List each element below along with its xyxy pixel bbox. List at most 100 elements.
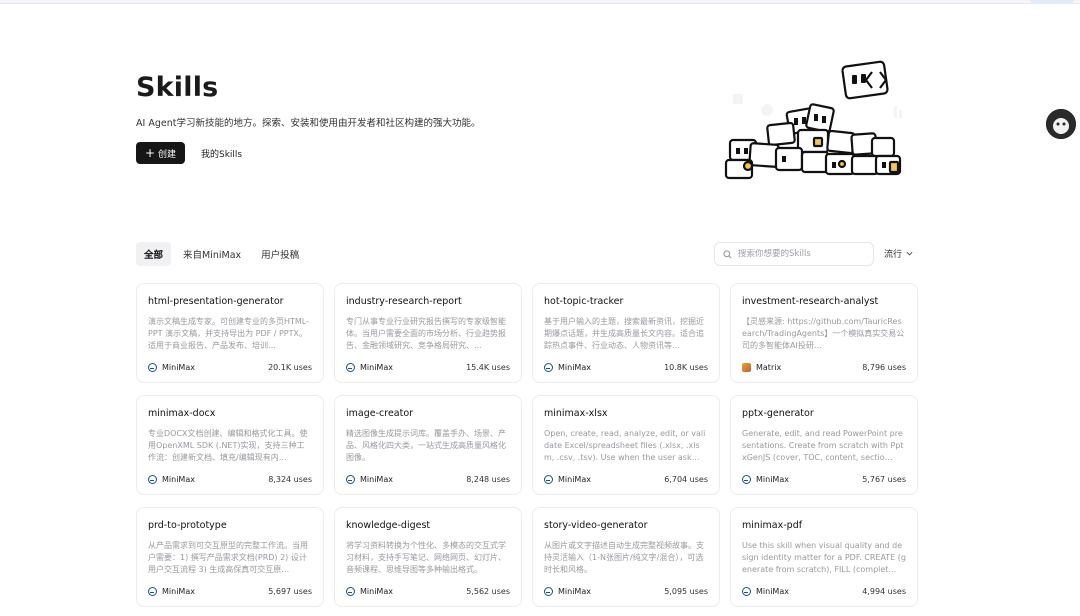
skill-card-footer: MiniMax 5,697 uses	[148, 587, 312, 596]
skill-card-author: MiniMax	[346, 587, 393, 596]
skills-grid: html-presentation-generator 演示文稿生成专家。可创建…	[136, 283, 918, 607]
skill-card-title: minimax-pdf	[742, 520, 803, 531]
minimax-logo-icon	[346, 475, 355, 484]
skill-card-footer: MiniMax 5,767 uses	[742, 475, 906, 484]
skill-card-author-name: Matrix	[756, 363, 782, 372]
skill-card-author-name: MiniMax	[162, 363, 195, 372]
skill-card[interactable]: minimax-xlsx Open, create, read, analyze…	[532, 395, 720, 495]
create-button-label: 创建	[158, 149, 177, 160]
skill-card-title: industry-research-report	[346, 296, 462, 307]
skill-card-uses: 8,796 uses	[862, 363, 906, 372]
tab-all[interactable]: 全部	[136, 242, 172, 266]
bg-bar-icon	[894, 106, 897, 118]
skill-card[interactable]: investment-research-analyst 【灵感来源: https…	[730, 283, 918, 383]
skill-card-author-name: MiniMax	[756, 475, 789, 484]
skill-card[interactable]: industry-research-report 专门从事专业行业研究报告撰写的…	[334, 283, 522, 383]
my-skills-link[interactable]: 我的Skills	[201, 147, 242, 160]
skill-card-footer: MiniMax 6,704 uses	[544, 475, 708, 484]
skill-card-description: Generate, edit, and read PowerPoint pres…	[742, 429, 904, 462]
skill-card-author: MiniMax	[148, 363, 195, 372]
yellow-gear	[742, 160, 754, 172]
skill-card[interactable]: image-creator 精选图像生成提示词库。覆盖手办、场景、产品、风格化四…	[334, 395, 522, 495]
matrix-logo-icon	[742, 363, 751, 372]
minimax-logo-icon	[544, 363, 553, 372]
skills-hero-illustration	[724, 60, 902, 180]
bg-building-icon	[733, 94, 743, 104]
skill-card-uses: 5,095 uses	[664, 587, 708, 596]
skill-card-uses: 10.8K uses	[664, 363, 708, 372]
tab-from-minimax[interactable]: 来自MiniMax	[175, 242, 249, 266]
skill-card-uses: 6,704 uses	[664, 475, 708, 484]
skill-card-title: investment-research-analyst	[742, 296, 879, 307]
top-bar-button[interactable]	[1030, 0, 1074, 4]
skill-card[interactable]: story-video-generator 从图片或文字描述自动生成完整视频故事…	[532, 507, 720, 607]
skill-card[interactable]: minimax-pdf Use this skill when visual q…	[730, 507, 918, 607]
skill-card-uses: 8,248 uses	[466, 475, 510, 484]
skill-card-title: pptx-generator	[742, 408, 814, 419]
skill-card-description: 将学习资料转换为个性化、多模态的交互式学习材料，支持手写笔记、网络网页、幻灯片、…	[346, 541, 506, 574]
skill-card-author: MiniMax	[346, 475, 393, 484]
minimax-logo-icon	[742, 587, 751, 596]
skill-card-title: image-creator	[346, 408, 414, 419]
skill-card-uses: 5,562 uses	[466, 587, 510, 596]
skill-card-footer: MiniMax 4,994 uses	[742, 587, 906, 596]
skill-card-title: minimax-xlsx	[544, 408, 608, 419]
bg-link-icon	[761, 104, 773, 116]
search-input[interactable]	[738, 249, 868, 259]
skill-card-author: Matrix	[742, 363, 781, 372]
skill-card-author-name: MiniMax	[162, 587, 195, 596]
filter-tabs: 全部 来自MiniMax 用户投稿	[136, 242, 307, 266]
skill-card-author-name: MiniMax	[558, 363, 591, 372]
skill-card-title: hot-topic-tracker	[544, 296, 624, 307]
skill-card-author: MiniMax	[544, 363, 591, 372]
skill-card-uses: 8,324 uses	[268, 475, 312, 484]
skill-card-footer: MiniMax 20.1K uses	[148, 363, 312, 372]
skill-card[interactable]: prd-to-prototype 从产品需求到可交互原型的完整工作流。当用户需要…	[136, 507, 324, 607]
skill-card-footer: Matrix 8,796 uses	[742, 363, 906, 372]
skill-card-description: Open, create, read, analyze, edit, or va…	[544, 429, 706, 462]
skill-card-description: Use this skill when visual quality and d…	[742, 541, 906, 574]
create-button[interactable]: + 创建	[136, 142, 185, 164]
skill-card-footer: MiniMax 5,562 uses	[346, 587, 510, 596]
skill-card-description: 精选图像生成提示词库。覆盖手办、场景、产品、风格化四大类，一站式生成高质量风格化…	[346, 429, 506, 462]
skill-card-author-name: MiniMax	[756, 587, 789, 596]
skill-card-uses: 4,994 uses	[862, 587, 906, 596]
skill-card-uses: 5,767 uses	[862, 475, 906, 484]
skill-card-footer: MiniMax 8,248 uses	[346, 475, 510, 484]
skill-card-uses: 5,697 uses	[268, 587, 312, 596]
skill-card[interactable]: hot-topic-tracker 基于用户输入的主题，搜索最新资讯，挖掘近期爆…	[532, 283, 720, 383]
skill-card-title: knowledge-digest	[346, 520, 431, 531]
skill-card[interactable]: minimax-docx 专业DOCX文档创建、编辑和格式化工具。使用OpenX…	[136, 395, 324, 495]
minimax-logo-icon	[148, 475, 157, 484]
skill-card-author: MiniMax	[544, 587, 591, 596]
skill-card[interactable]: knowledge-digest 将学习资料转换为个性化、多模态的交互式学习材料…	[334, 507, 522, 607]
skill-card[interactable]: html-presentation-generator 演示文稿生成专家。可创建…	[136, 283, 324, 383]
skill-card[interactable]: pptx-generator Generate, edit, and read …	[730, 395, 918, 495]
skill-card-description: 基于用户输入的主题，搜索最新资讯，挖掘近期爆点话题，并生成高质量长文内容。适合追…	[544, 317, 704, 350]
skill-card-author-name: MiniMax	[558, 475, 591, 484]
skill-card-author-name: MiniMax	[558, 587, 591, 596]
user-avatar[interactable]	[1046, 109, 1076, 139]
skill-card-description: 专门从事专业行业研究报告撰写的专家级智能体。当用户需要全面的市场分析、行业趋势报…	[346, 317, 506, 350]
minimax-logo-icon	[544, 587, 553, 596]
skill-card-author-name: MiniMax	[162, 475, 195, 484]
skill-card-author: MiniMax	[742, 475, 789, 484]
skill-card-author: MiniMax	[544, 475, 591, 484]
skill-card-author-name: MiniMax	[360, 475, 393, 484]
search-icon	[723, 249, 732, 258]
browser-top-bar	[0, 0, 1080, 4]
sort-dropdown[interactable]: 流行	[884, 247, 913, 260]
skill-card-author: MiniMax	[346, 363, 393, 372]
skill-card-description: 从图片或文字描述自动生成完整视频故事。支持灵活输入（1-N张图片/纯文字/混合）…	[544, 541, 704, 574]
skill-card-footer: MiniMax 15.4K uses	[346, 363, 510, 372]
skill-card-footer: MiniMax 5,095 uses	[544, 587, 708, 596]
skill-card-title: prd-to-prototype	[148, 520, 227, 531]
minimax-logo-icon	[742, 475, 751, 484]
avatar-image	[1046, 109, 1076, 139]
minimax-logo-icon	[544, 475, 553, 484]
skill-card-description: 【灵感来源: https://github.com/TauricResearch…	[742, 317, 905, 350]
skill-card-uses: 15.4K uses	[466, 363, 510, 372]
skill-card-author-name: MiniMax	[360, 363, 393, 372]
tab-user-submitted[interactable]: 用户投稿	[253, 242, 307, 266]
skill-card-title: story-video-generator	[544, 520, 648, 531]
